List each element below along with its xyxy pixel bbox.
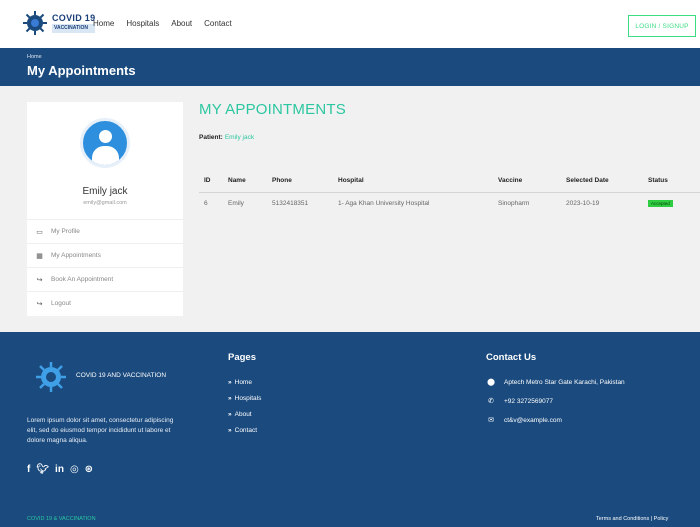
- sidebar-item-label: My Profile: [51, 228, 80, 235]
- sidebar-item-my-profile[interactable]: ▭ My Profile: [27, 219, 183, 243]
- footer-link-contact[interactable]: » Contact: [228, 427, 257, 434]
- page-title: My Appointments: [27, 63, 136, 78]
- dribbble-icon[interactable]: ⊛: [85, 464, 93, 475]
- virus-logo-icon: [23, 11, 47, 35]
- double-chevron-icon: »: [228, 395, 232, 402]
- col-header-vaccine: Vaccine: [493, 170, 561, 193]
- cell-name: Emily: [228, 199, 244, 207]
- phone-icon: ✆: [488, 398, 494, 405]
- calendar-icon: ▦: [36, 252, 43, 260]
- col-header-status: Status: [643, 170, 700, 193]
- legal-links[interactable]: Terms and Conditions | Policy: [596, 516, 668, 522]
- cell-id: 6: [204, 199, 208, 207]
- phone-text: +92 3272569077: [504, 397, 553, 405]
- cell-hospital: 1- Aga Khan University Hospital: [338, 199, 430, 207]
- footer-link-label: Hospitals: [234, 395, 262, 402]
- appointments-heading: MY APPOINTMENTS: [199, 101, 346, 118]
- map-pin-icon: ⬤: [487, 379, 495, 386]
- nav-hospitals-link[interactable]: Hospitals: [126, 19, 159, 28]
- top-navbar: COVID 19 VACCINATION Home Hospitals Abou…: [0, 0, 700, 48]
- instagram-icon[interactable]: ◎: [70, 464, 79, 475]
- user-name: Emily jack: [82, 186, 128, 197]
- patient-name: Emily jack: [224, 134, 255, 141]
- nav-home-link[interactable]: Home: [93, 19, 114, 28]
- status-badge: Accepted: [648, 199, 673, 207]
- cell-vaccine: Sinopharm: [498, 199, 530, 207]
- sidebar-item-label: Logout: [51, 300, 71, 307]
- page-header: Home My Appointments: [0, 48, 700, 86]
- logo-line2: VACCINATION: [52, 23, 96, 33]
- sidebar-item-label: Book An Appointment: [51, 276, 114, 283]
- double-chevron-icon: »: [228, 379, 232, 386]
- avatar-body: [92, 146, 119, 165]
- patient-line: Patient: Emily jack: [199, 134, 254, 141]
- appointments-table: ID Name Phone Hospital Vaccine Selected …: [199, 170, 700, 214]
- cell-date: 2023-10-19: [566, 199, 600, 207]
- col-header-phone: Phone: [267, 170, 333, 193]
- site-logo[interactable]: COVID 19 VACCINATION: [22, 10, 96, 36]
- patient-label: Patient:: [199, 134, 223, 141]
- footer-contact-heading: Contact Us: [486, 352, 537, 363]
- footer-address: ⬤ Aptech Metro Star Gate Karachi, Pakista…: [486, 378, 625, 387]
- footer-link-home[interactable]: » Home: [228, 379, 252, 386]
- col-header-date: Selected Date: [561, 170, 643, 193]
- footer-link-label: About: [234, 411, 252, 418]
- sidebar-item-logout[interactable]: ↪ Logout: [27, 291, 183, 315]
- envelope-icon: ✉: [488, 417, 494, 424]
- logo-line1: COVID 19: [52, 12, 96, 23]
- table-row: 6 Emily 5132418351 1- Aga Khan Universit…: [199, 192, 700, 214]
- nav-contact-link[interactable]: Contact: [204, 19, 232, 28]
- footer-link-about[interactable]: » About: [228, 411, 252, 418]
- table-header-row: ID Name Phone Hospital Vaccine Selected …: [199, 170, 700, 193]
- sidebar-item-my-appointments[interactable]: ▦ My Appointments: [27, 243, 183, 267]
- footer-link-hospitals[interactable]: » Hospitals: [228, 395, 261, 402]
- sign-out-icon: ↪: [36, 300, 43, 308]
- col-header-id: ID: [199, 170, 223, 193]
- footer-link-label: Home: [234, 379, 252, 386]
- breadcrumb-home[interactable]: Home: [27, 54, 42, 60]
- footer-phone: ✆ +92 3272569077: [486, 397, 553, 406]
- address-text: Aptech Metro Star Gate Karachi, Pakistan: [504, 378, 625, 386]
- user-email: emily@gmail.com: [83, 200, 127, 206]
- sidebar-item-book-appointment[interactable]: ↪ Book An Appointment: [27, 267, 183, 291]
- footer-email[interactable]: ✉ ct&v@example.com: [486, 416, 562, 425]
- login-signup-button[interactable]: LOGIN / SIGNUP: [628, 15, 696, 37]
- double-chevron-icon: »: [228, 427, 232, 434]
- copyright-text: COVID 19 & VACCINATION: [27, 516, 96, 522]
- cell-status: Accepted: [643, 192, 700, 214]
- social-links: f 🐦︎ in ◎ ⊛: [27, 464, 93, 475]
- logo-text: COVID 19 VACCINATION: [52, 12, 96, 33]
- profile-sidebar: Emily jack emily@gmail.com ▭ My Profile …: [27, 102, 183, 316]
- sign-in-icon: ↪: [36, 276, 43, 284]
- footer-brand: COVID 19 AND VACCINATION: [76, 372, 167, 379]
- facebook-icon[interactable]: f: [27, 464, 30, 475]
- footer-link-label: Contact: [234, 427, 258, 434]
- sidebar-item-label: My Appointments: [51, 252, 101, 259]
- id-card-icon: ▭: [36, 228, 43, 236]
- linkedin-icon[interactable]: in: [55, 464, 64, 475]
- cell-phone: 5132418351: [272, 199, 309, 207]
- footer-virus-logo-icon: [36, 362, 66, 392]
- double-chevron-icon: »: [228, 411, 232, 418]
- col-header-name: Name: [223, 170, 267, 193]
- twitter-icon[interactable]: 🐦︎: [36, 464, 49, 475]
- site-footer: COVID 19 AND VACCINATION Lorem ipsum dol…: [0, 332, 700, 527]
- email-text: ct&v@example.com: [504, 416, 562, 424]
- avatar: [80, 118, 130, 168]
- col-header-hospital: Hospital: [333, 170, 493, 193]
- nav-links: Home Hospitals About Contact: [93, 19, 244, 28]
- nav-about-link[interactable]: About: [171, 19, 192, 28]
- avatar-head: [99, 130, 112, 143]
- footer-pages-heading: Pages: [228, 352, 256, 363]
- footer-description: Lorem ipsum dolor sit amet, consectetur …: [27, 417, 174, 444]
